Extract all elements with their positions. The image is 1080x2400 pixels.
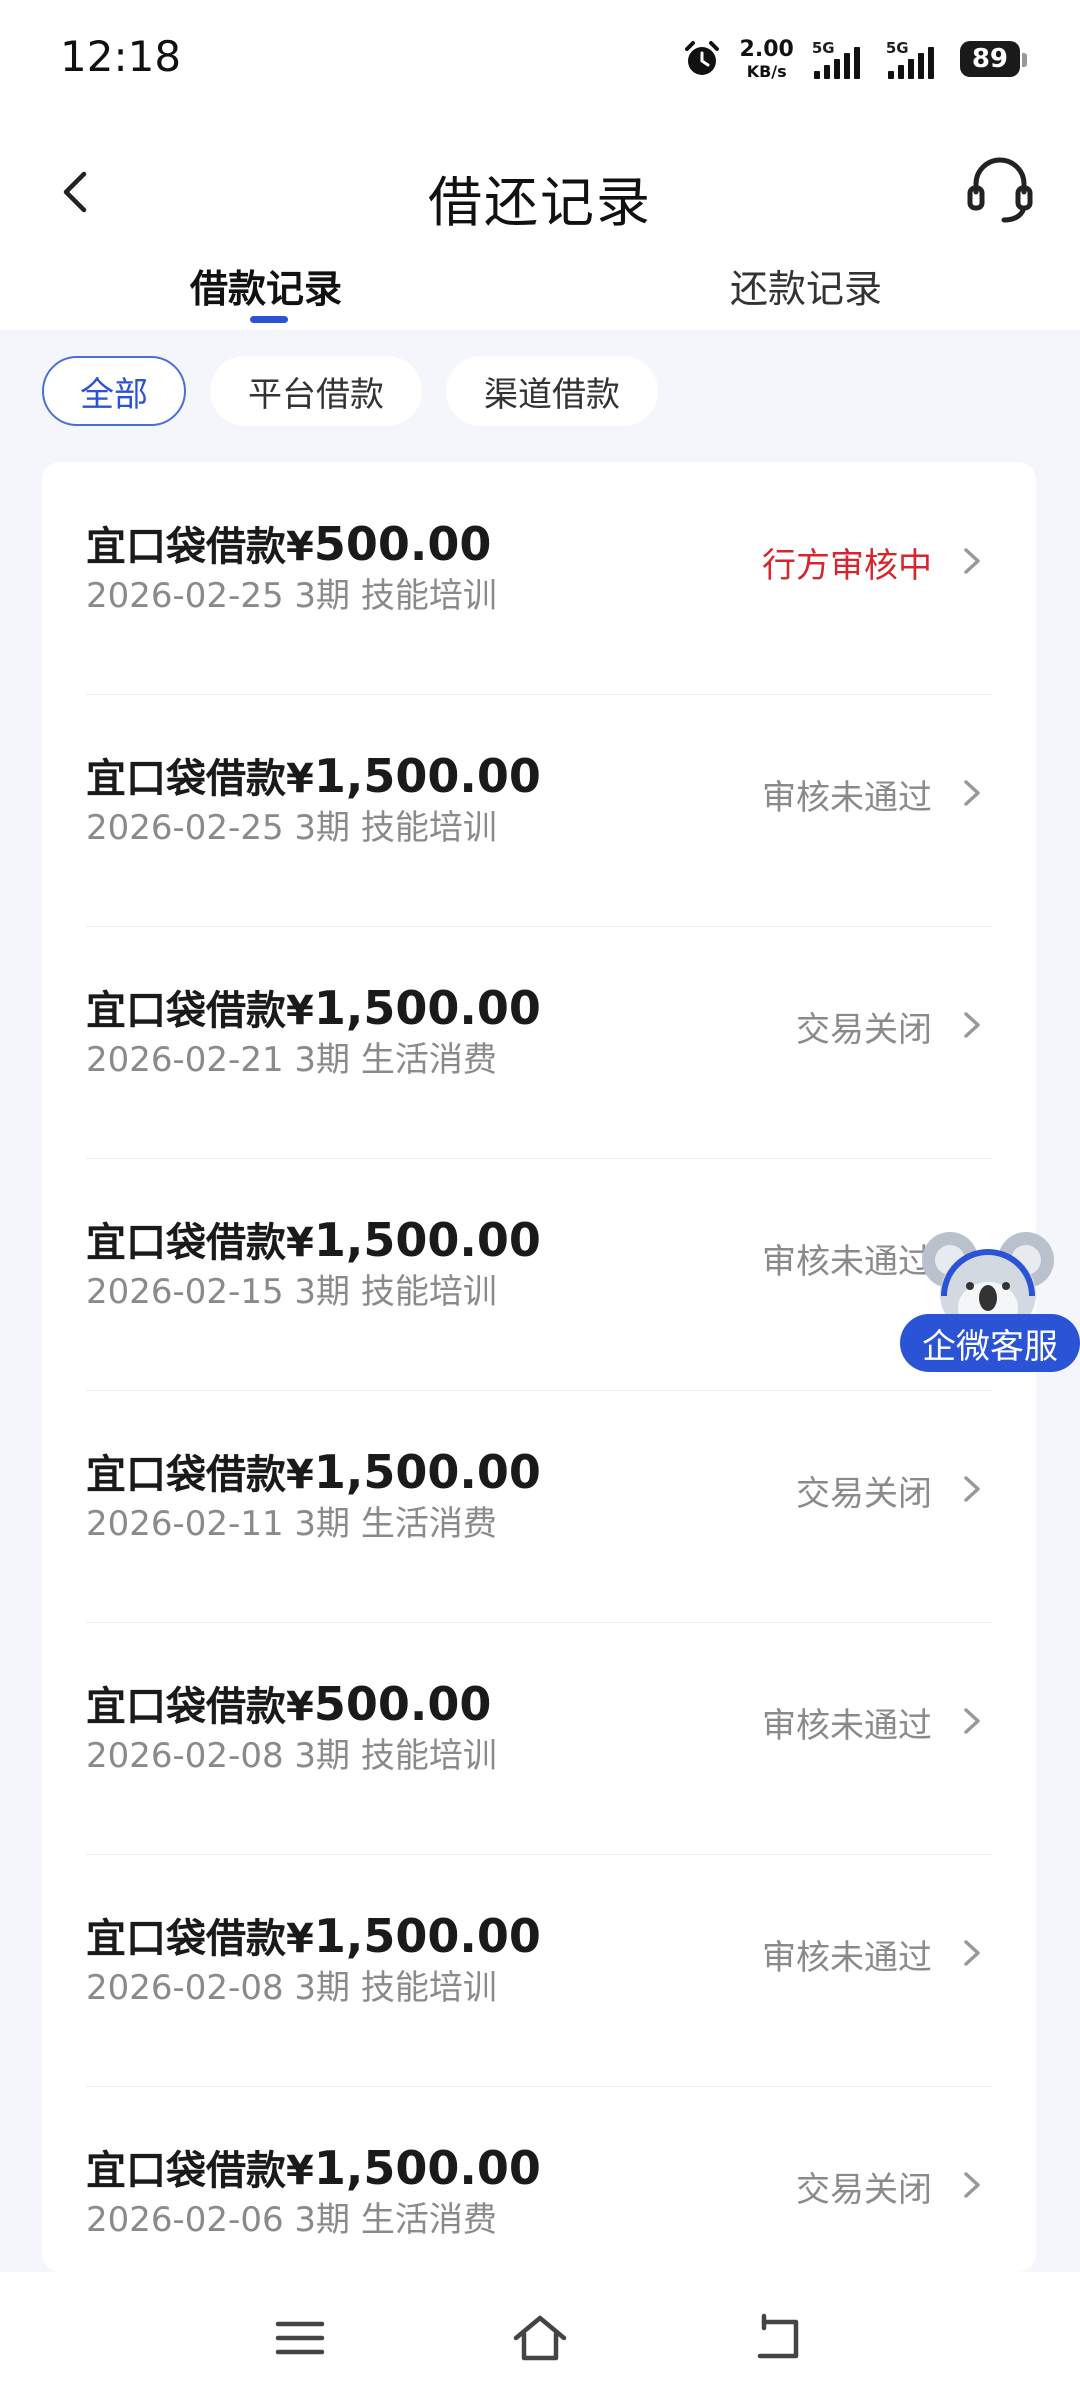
loan-record-row[interactable]: 宜口袋借款¥1,500.00 2026-02-25 3期 技能培训 审核未通过 xyxy=(86,694,992,927)
chevron-right-icon xyxy=(964,780,980,806)
net-speed: 2.00 KB/s xyxy=(739,36,794,81)
loan-amount: 1,500.00 xyxy=(313,1445,541,1499)
loan-amount: 500.00 xyxy=(313,517,492,571)
loan-record-row[interactable]: 宜口袋借款¥1,500.00 2026-02-15 3期 技能培训 审核未通过 xyxy=(86,1158,992,1391)
loan-status: 行方审核中 xyxy=(762,546,932,586)
loan-meta: 2026-02-21 3期 生活消费 xyxy=(86,1040,497,1080)
loan-status: 交易关闭 xyxy=(796,1010,932,1050)
status-time: 12:18 xyxy=(60,32,182,81)
loan-amount: 1,500.00 xyxy=(313,2141,541,2195)
chevron-right-icon xyxy=(964,1012,980,1038)
loan-title: 宜口袋借款¥ xyxy=(86,1916,314,1962)
chevron-right-icon xyxy=(964,1476,980,1502)
home-icon[interactable] xyxy=(510,2308,570,2368)
loan-meta: 2026-02-25 3期 技能培训 xyxy=(86,808,497,848)
loan-amount: 1,500.00 xyxy=(313,749,541,803)
system-navigation-bar xyxy=(0,2272,1080,2400)
wecom-service-button[interactable]: 企微客服 xyxy=(900,1314,1080,1372)
chevron-right-icon xyxy=(964,2172,980,2198)
loan-record-row[interactable]: 宜口袋借款¥1,500.00 2026-02-21 3期 生活消费 交易关闭 xyxy=(86,926,992,1159)
loan-status: 交易关闭 xyxy=(796,2170,932,2210)
loan-amount: 500.00 xyxy=(313,1677,492,1731)
page-header: 借还记录 借款记录 还款记录 xyxy=(0,120,1080,330)
loan-status: 审核未通过 xyxy=(762,1706,932,1746)
customer-service-icon[interactable] xyxy=(960,150,1040,230)
filter-platform-loans[interactable]: 平台借款 xyxy=(210,356,422,426)
signal-icon: 5G xyxy=(886,39,942,79)
loan-record-row[interactable]: 宜口袋借款¥500.00 2026-02-25 3期 技能培训 行方审核中 xyxy=(86,462,992,695)
battery-indicator: 89 xyxy=(959,41,1028,77)
filter-chips: 全部 平台借款 渠道借款 xyxy=(42,356,658,426)
loan-status: 审核未通过 xyxy=(762,1938,932,1978)
chevron-right-icon xyxy=(964,1708,980,1734)
status-bar: 12:18 2.00 KB/s 5G 5G 89 xyxy=(0,0,1080,120)
loan-meta: 2026-02-08 3期 技能培训 xyxy=(86,1968,497,2008)
loan-title: 宜口袋借款¥ xyxy=(86,2148,314,2194)
loan-title: 宜口袋借款¥ xyxy=(86,524,314,570)
tab-repayment-records[interactable]: 还款记录 xyxy=(730,258,882,313)
loan-meta: 2026-02-06 3期 生活消费 xyxy=(86,2200,497,2240)
loan-amount: 1,500.00 xyxy=(313,981,541,1035)
loan-record-list: 宜口袋借款¥500.00 2026-02-25 3期 技能培训 行方审核中 宜口… xyxy=(42,462,1036,2272)
loan-title: 宜口袋借款¥ xyxy=(86,988,314,1034)
loan-amount: 1,500.00 xyxy=(313,1213,541,1267)
back-icon[interactable] xyxy=(750,2308,810,2368)
loan-meta: 2026-02-15 3期 技能培训 xyxy=(86,1272,497,1312)
loan-status: 交易关闭 xyxy=(796,1474,932,1514)
loan-title: 宜口袋借款¥ xyxy=(86,1684,314,1730)
filter-all[interactable]: 全部 xyxy=(42,356,186,426)
loan-title: 宜口袋借款¥ xyxy=(86,1452,314,1498)
page-title: 借还记录 xyxy=(428,171,652,234)
loan-record-row[interactable]: 宜口袋借款¥1,500.00 2026-02-08 3期 技能培训 审核未通过 xyxy=(86,1854,992,2087)
loan-meta: 2026-02-25 3期 技能培训 xyxy=(86,576,497,616)
loan-status: 审核未通过 xyxy=(762,778,932,818)
tab-loan-records[interactable]: 借款记录 xyxy=(190,258,342,313)
loan-record-row[interactable]: 宜口袋借款¥1,500.00 2026-02-11 3期 生活消费 交易关闭 xyxy=(86,1390,992,1623)
signal-icon: 5G xyxy=(812,39,868,79)
filter-channel-loans[interactable]: 渠道借款 xyxy=(446,356,658,426)
active-tab-indicator xyxy=(250,316,288,323)
loan-amount: 1,500.00 xyxy=(313,1909,541,1963)
loan-meta: 2026-02-08 3期 技能培训 xyxy=(86,1736,497,1776)
loan-title: 宜口袋借款¥ xyxy=(86,756,314,802)
loan-title: 宜口袋借款¥ xyxy=(86,1220,314,1266)
chevron-right-icon xyxy=(964,1940,980,1966)
tab-bar: 借款记录 还款记录 xyxy=(0,250,1080,330)
loan-record-row[interactable]: 宜口袋借款¥500.00 2026-02-08 3期 技能培训 审核未通过 xyxy=(86,1622,992,1855)
loan-meta: 2026-02-11 3期 生活消费 xyxy=(86,1504,497,1544)
chevron-right-icon xyxy=(964,548,980,574)
menu-icon[interactable] xyxy=(270,2308,330,2368)
alarm-icon xyxy=(684,41,719,75)
